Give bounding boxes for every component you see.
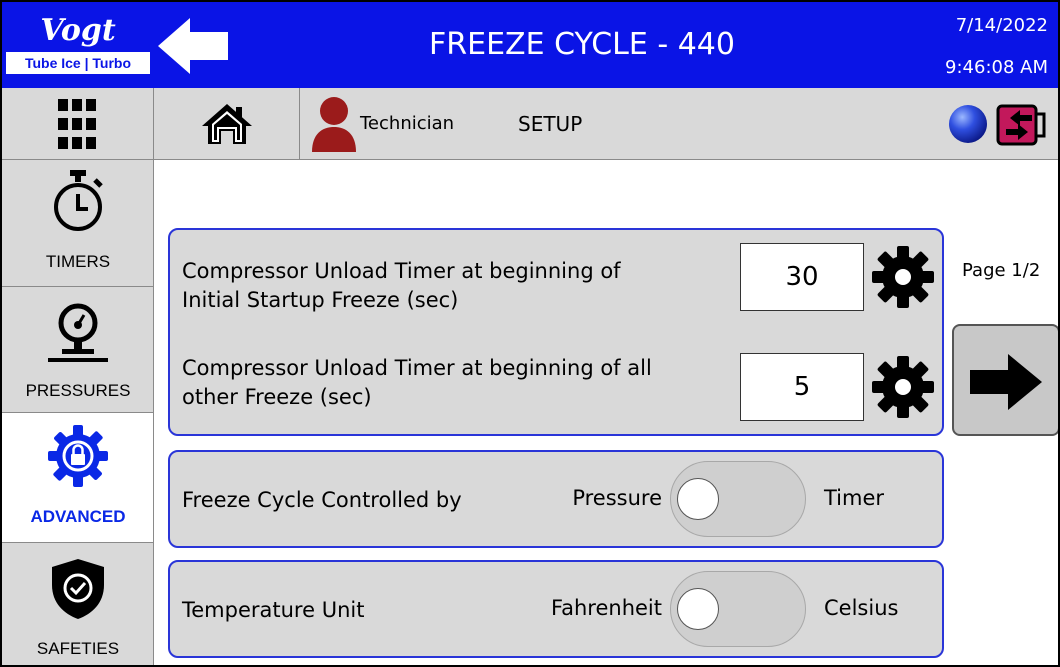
freeze-control-toggle[interactable] [670, 461, 806, 537]
sidebar-item-advanced[interactable]: ADVANCED [2, 413, 154, 543]
logout-icon[interactable] [996, 100, 1048, 150]
logo-subtitle: Tube Ice | Turbo [6, 52, 150, 74]
gear-icon[interactable] [872, 356, 934, 418]
logo-wordmark: Vogt [40, 13, 116, 48]
hmi-screen: Vogt Tube Ice | Turbo FREEZE CYCLE - 440… [0, 0, 1060, 667]
user-icon [312, 97, 356, 152]
sidebar-item-label: TIMERS [45, 252, 111, 271]
time-display: 9:46:08 AM [945, 57, 1048, 78]
main-menu-button[interactable] [2, 88, 154, 160]
section-label: SETUP [518, 112, 583, 136]
sidebar-item-pressures[interactable]: PRESSURES [2, 287, 154, 413]
sidebar-item-label: ADVANCED [30, 507, 126, 526]
sidebar-item-safeties[interactable]: SAFETIES [2, 543, 154, 665]
unload-timers-panel: Compressor Unload Timer at beginning of … [168, 228, 944, 436]
timer-option-label: Timer [824, 486, 885, 510]
toggle-knob [677, 588, 719, 630]
arrow-left-icon [158, 18, 228, 74]
arrow-right-icon [970, 354, 1042, 410]
timer-label: Compressor Unload Timer at beginning of … [182, 356, 652, 409]
sidebar-item-label: SAFETIES [36, 639, 120, 658]
grid-menu-icon [58, 99, 96, 149]
back-arrow-button[interactable] [158, 18, 230, 74]
home-icon [202, 104, 252, 144]
initial-startup-unload-timer-input[interactable]: 30 [740, 243, 864, 311]
status-indicator-icon [949, 105, 987, 143]
temperature-unit-panel: Temperature Unit Fahrenheit Celsius [168, 560, 944, 658]
sidebar-item-label: PRESSURES [25, 381, 131, 400]
next-page-button[interactable] [952, 324, 1058, 436]
date-display: 7/14/2022 [955, 15, 1048, 36]
stopwatch-icon [54, 170, 103, 231]
nav-bar: Technician SETUP [2, 88, 1058, 160]
home-button[interactable] [154, 88, 300, 160]
pressure-gauge-icon [48, 303, 108, 362]
sidebar: TIMERS PRESSURES ADVANCED SAFETIES [2, 160, 154, 665]
fahrenheit-option-label: Fahrenheit [550, 596, 662, 620]
freeze-control-panel: Freeze Cycle Controlled by Pressure Time… [168, 450, 944, 548]
timer-label: Compressor Unload Timer at beginning of … [182, 259, 621, 312]
page-title: FREEZE CYCLE - 440 [429, 27, 735, 62]
page-indicator: Page 1/2 [962, 260, 1041, 281]
user-role-label: Technician [360, 113, 455, 134]
gear-icon[interactable] [872, 246, 934, 308]
sidebar-item-timers[interactable]: TIMERS [2, 160, 154, 287]
freeze-control-label: Freeze Cycle Controlled by [182, 488, 462, 512]
header-bar: Vogt Tube Ice | Turbo FREEZE CYCLE - 440… [2, 2, 1058, 88]
celsius-option-label: Celsius [824, 596, 899, 620]
pressure-option-label: Pressure [572, 486, 662, 510]
temperature-unit-label: Temperature Unit [182, 598, 365, 622]
toggle-knob [677, 478, 719, 520]
shield-check-icon [52, 559, 104, 619]
other-freeze-unload-timer-input[interactable]: 5 [740, 353, 864, 421]
brand-logo: Vogt Tube Ice | Turbo [6, 12, 150, 76]
temperature-unit-toggle[interactable] [670, 571, 806, 647]
lock-gear-icon [48, 425, 108, 487]
